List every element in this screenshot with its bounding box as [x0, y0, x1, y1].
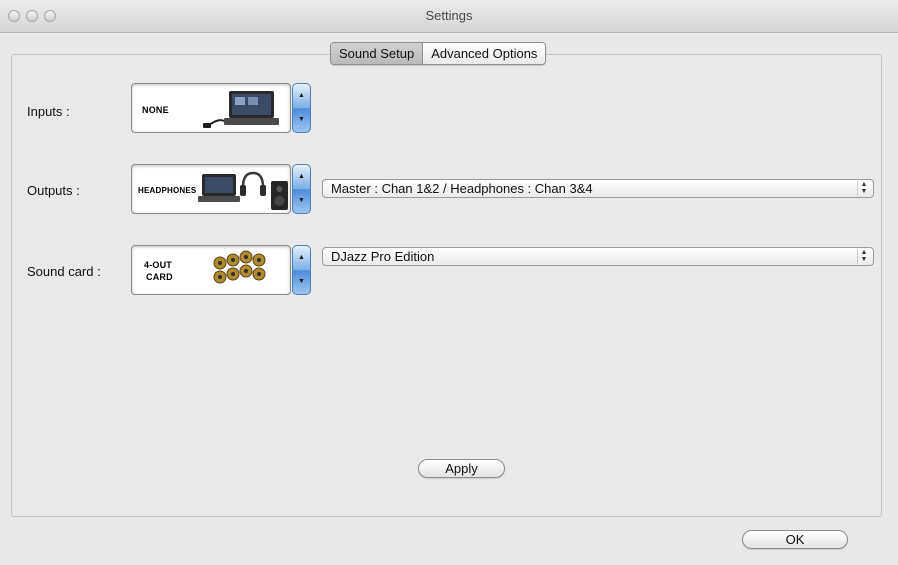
- sound-card-select[interactable]: DJazz Pro Edition ▲ ▼: [322, 247, 874, 266]
- settings-content: Sound Setup Advanced Options Inputs : NO…: [0, 33, 898, 565]
- sound-card-picker[interactable]: 4-OUT CARD ▲ ▼: [131, 245, 314, 297]
- tab-sound-setup[interactable]: Sound Setup: [331, 43, 424, 64]
- title-bar: Settings: [0, 0, 898, 33]
- sound-card-stepper[interactable]: ▲ ▼: [292, 245, 311, 295]
- select-arrows-icon: ▲ ▼: [857, 249, 870, 264]
- inputs-label: Inputs :: [27, 104, 70, 119]
- sound-card-value: DJazz Pro Edition: [331, 249, 435, 264]
- stepper-down-icon[interactable]: ▼: [293, 270, 310, 294]
- stepper-down-icon[interactable]: ▼: [293, 189, 310, 213]
- inputs-picker[interactable]: NONE ▲ ▼: [131, 83, 314, 135]
- stepper-up-icon[interactable]: ▲: [293, 165, 310, 189]
- stepper-up-icon[interactable]: ▲: [293, 84, 310, 108]
- outputs-stepper[interactable]: ▲ ▼: [292, 164, 311, 214]
- select-arrows-icon: ▲ ▼: [857, 181, 870, 196]
- outputs-routing-value: Master : Chan 1&2 / Headphones : Chan 3&…: [331, 181, 593, 196]
- tab-bar: Sound Setup Advanced Options: [330, 42, 547, 65]
- laptop-cable-icon: [203, 91, 279, 128]
- stepper-down-icon[interactable]: ▼: [293, 108, 310, 132]
- tab-advanced-options[interactable]: Advanced Options: [423, 43, 546, 64]
- window-title: Settings: [425, 8, 473, 23]
- headphones-speaker-icon: [198, 171, 288, 210]
- sound-card-picker-display: 4-OUT CARD: [131, 245, 291, 295]
- outputs-label: Outputs :: [27, 183, 80, 198]
- rca-connectors-icon: [213, 250, 266, 284]
- outputs-picker-display: HEADPHONES: [131, 164, 291, 214]
- stepper-up-icon[interactable]: ▲: [293, 246, 310, 270]
- ok-button[interactable]: OK: [742, 530, 848, 549]
- sound-card-label: Sound card :: [27, 264, 101, 279]
- outputs-picker[interactable]: HEADPHONES ▲ ▼: [131, 164, 314, 216]
- apply-button[interactable]: Apply: [418, 459, 505, 478]
- inputs-stepper[interactable]: ▲ ▼: [292, 83, 311, 133]
- outputs-routing-select[interactable]: Master : Chan 1&2 / Headphones : Chan 3&…: [322, 179, 874, 198]
- inputs-picker-display: NONE: [131, 83, 291, 133]
